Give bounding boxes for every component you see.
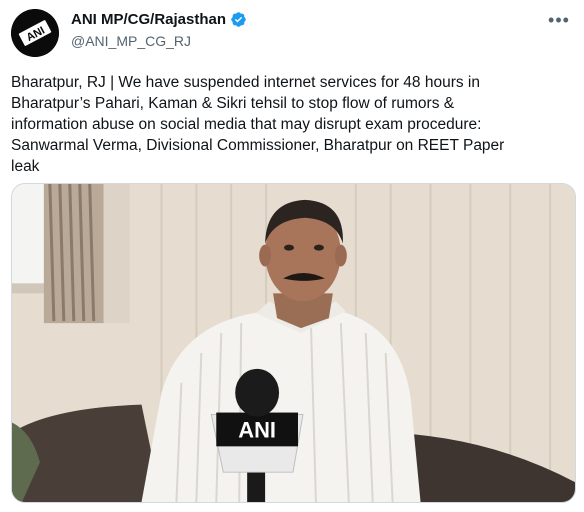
ani-logo-icon: ANI	[11, 9, 59, 57]
tweet-media-image[interactable]: ANI	[11, 183, 576, 503]
media-photo: ANI	[12, 184, 575, 502]
account-name-row: ANI MP/CG/Rajasthan	[71, 11, 247, 28]
microphone-label: ANI	[238, 417, 276, 442]
display-name[interactable]: ANI MP/CG/Rajasthan	[71, 11, 226, 28]
account-handle[interactable]: @ANI_MP_CG_RJ	[71, 33, 191, 49]
tweet-card[interactable]: ANI ANI MP/CG/Rajasthan @ANI_MP_CG_RJ ••…	[0, 0, 584, 512]
verified-badge-icon	[231, 12, 246, 27]
avatar[interactable]: ANI	[11, 9, 59, 57]
more-options-button[interactable]: •••	[548, 9, 570, 31]
tweet-text: Bharatpur, RJ | We have suspended intern…	[11, 74, 505, 175]
more-options-icon: •••	[548, 10, 570, 30]
